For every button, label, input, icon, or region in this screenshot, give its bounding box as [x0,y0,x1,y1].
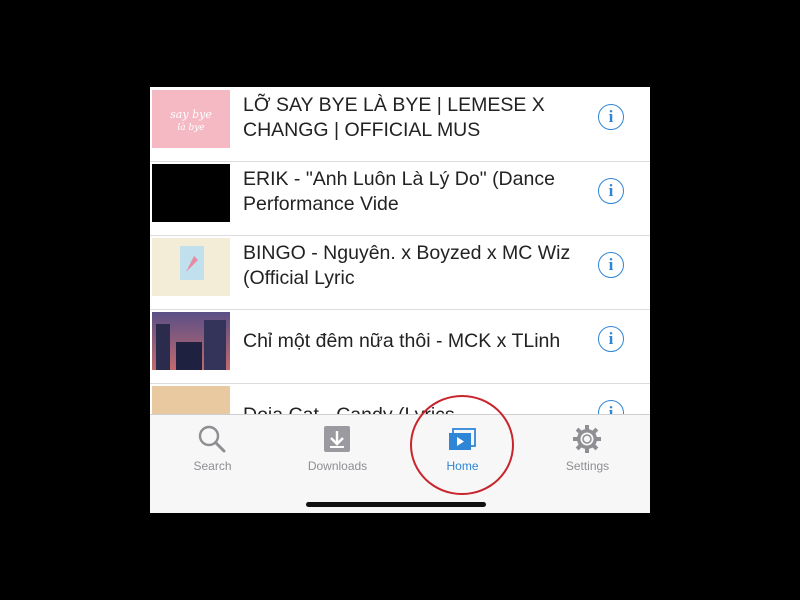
tab-label: Search [193,459,232,473]
download-icon [321,423,353,455]
video-thumbnail: say bye là bye [152,90,230,148]
video-row[interactable]: say bye là bye LỠ SAY BYE LÀ BYE | LEMES… [150,87,650,162]
video-title: ERIK - "Anh Luôn Là Lý Do" (Dance Perfor… [243,168,555,215]
video-title: Chỉ một đêm nữa thôi - MCK x TLinh [243,330,561,352]
tab-settings[interactable]: Settings [525,415,650,495]
info-icon[interactable]: i [598,400,624,414]
annotation-circle [410,395,514,495]
gear-icon [571,423,603,455]
video-row[interactable]: ERIK - "Anh Luôn Là Lý Do" (Dance Perfor… [150,161,650,236]
tab-downloads[interactable]: Downloads [275,415,400,495]
info-icon[interactable]: i [598,178,624,204]
svg-text:là bye: là bye [177,122,204,133]
phone-screen: say bye là bye LỠ SAY BYE LÀ BYE | LEMES… [150,87,650,513]
info-icon[interactable]: i [598,326,624,352]
tab-label: Downloads [307,459,368,473]
video-thumbnail [152,312,230,370]
video-thumbnail [152,238,230,296]
search-icon [196,423,228,455]
tab-label: Settings [565,459,610,473]
svg-text:say bye: say bye [170,108,212,121]
info-icon[interactable]: i [598,104,624,130]
video-list[interactable]: say bye là bye LỠ SAY BYE LÀ BYE | LEMES… [150,87,650,414]
video-title: LỠ SAY BYE LÀ BYE | LEMESE X CHANGG | OF… [243,94,545,141]
video-row[interactable]: Doja Cat - Candy (Lyrics i [150,383,650,414]
info-icon[interactable]: i [598,252,624,278]
video-title: Doja Cat - Candy (Lyrics [243,403,593,414]
tab-search[interactable]: Search [150,415,275,495]
video-title: BINGO - Nguyên. x Boyzed x MC Wiz (Offic… [243,242,571,289]
video-row[interactable]: BINGO - Nguyên. x Boyzed x MC Wiz (Offic… [150,235,650,310]
home-indicator[interactable] [306,502,486,507]
tab-bar: Search Downloads Home Settings [150,414,650,513]
video-thumbnail [152,164,230,222]
video-row[interactable]: Chỉ một đêm nữa thôi - MCK x TLinh i [150,309,650,384]
video-thumbnail [152,386,230,414]
